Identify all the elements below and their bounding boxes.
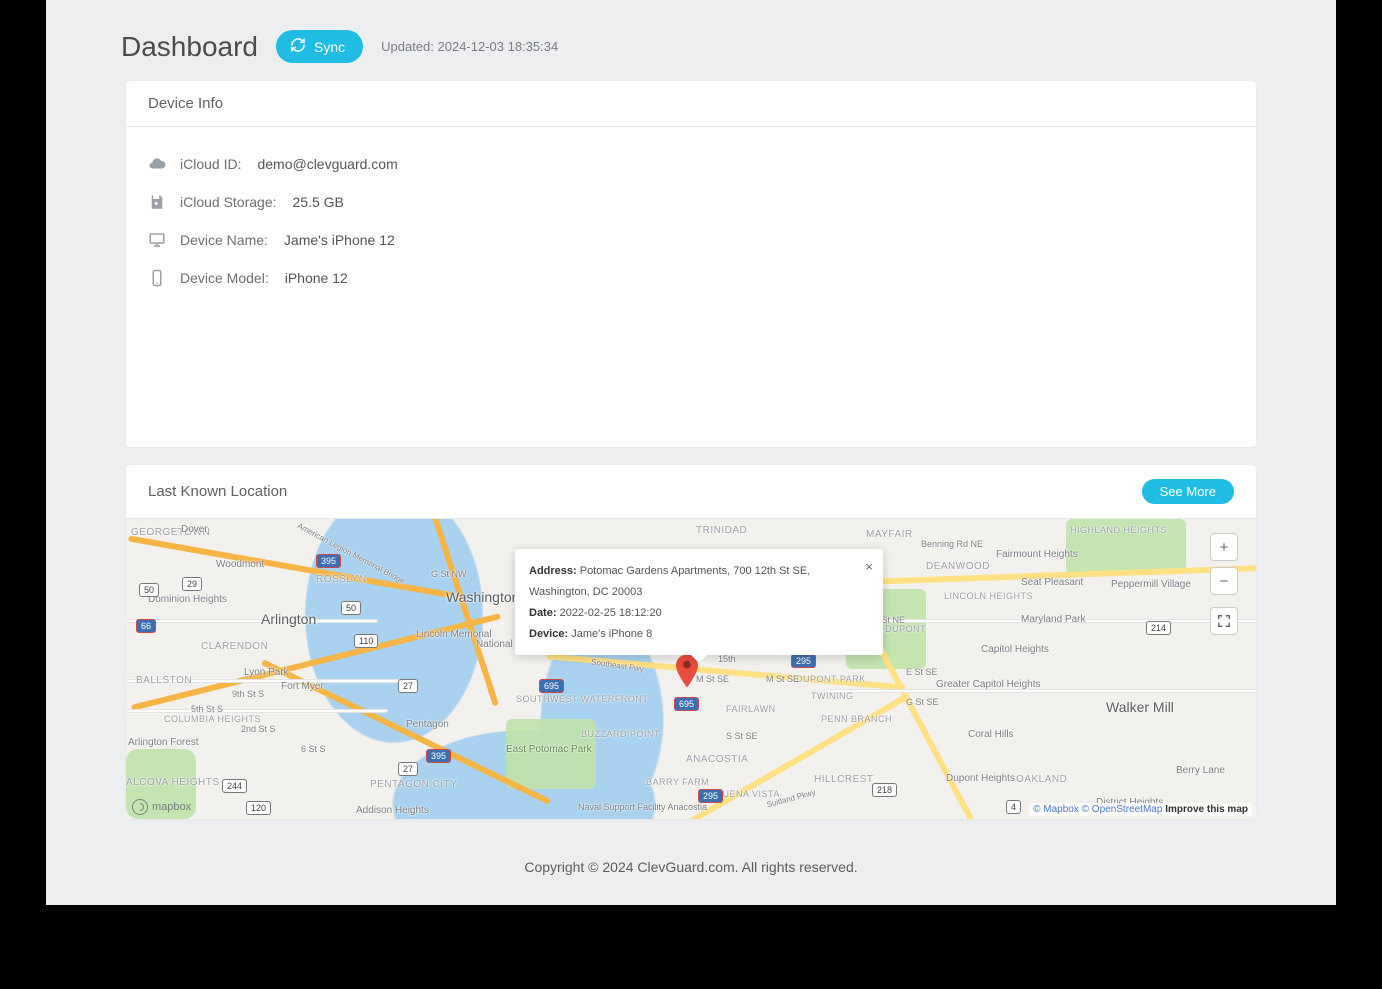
popup-close-icon[interactable]: × [865, 555, 873, 580]
zoom-in-button[interactable]: + [1210, 533, 1238, 561]
fullscreen-button[interactable] [1210, 607, 1238, 635]
device-info-title: Device Info [148, 95, 223, 112]
map-controls: + − [1210, 533, 1238, 635]
icloud-storage-value: 25.5 GB [293, 194, 344, 210]
row-icloud-storage: iCloud Storage: 25.5 GB [148, 183, 1234, 221]
page-header: Dashboard Sync Updated: 2024-12-03 18:35… [126, 30, 1256, 63]
row-device-model: Device Model: iPhone 12 [148, 259, 1234, 297]
map-lbl-walkermill: Walker Mill [1106, 699, 1174, 715]
location-popup: × Address: Potomac Gardens Apartments, 7… [515, 549, 883, 655]
attr-improve[interactable]: Improve this map [1165, 804, 1248, 815]
attr-mapbox[interactable]: © Mapbox [1033, 804, 1079, 815]
footer-text: Copyright © 2024 ClevGuard.com. All righ… [46, 837, 1336, 885]
sync-button[interactable]: Sync [276, 30, 363, 63]
page-title: Dashboard [121, 31, 258, 63]
cloud-icon [148, 155, 166, 173]
popup-device: Jame's iPhone 8 [571, 628, 652, 640]
row-icloud-id: iCloud ID: demo@clevguard.com [148, 145, 1234, 183]
see-more-button[interactable]: See More [1142, 479, 1234, 504]
icloud-id-value: demo@clevguard.com [257, 156, 397, 172]
popup-date: 2022-02-25 18:12:20 [560, 607, 662, 619]
map-attribution: © Mapbox © OpenStreetMap Improve this ma… [1029, 803, 1252, 816]
attr-osm[interactable]: © OpenStreetMap [1082, 804, 1163, 815]
location-card: Last Known Location See More [126, 465, 1256, 819]
map[interactable]: Washington Arlington Walker Mill GEORGET… [126, 519, 1256, 819]
mapbox-logo: mapbox [132, 799, 191, 815]
map-lbl-arlington: Arlington [261, 611, 316, 627]
device-info-card: Device Info iCloud ID: demo@clevguard.co… [126, 81, 1256, 447]
phone-icon [148, 269, 166, 287]
updated-text: Updated: 2024-12-03 18:35:34 [381, 39, 558, 54]
sync-label: Sync [314, 39, 345, 55]
row-device-name: Device Name: Jame's iPhone 12 [148, 221, 1234, 259]
mapbox-mark-icon [132, 799, 148, 815]
device-model-value: iPhone 12 [285, 270, 348, 286]
location-title: Last Known Location [148, 483, 287, 500]
save-icon [148, 193, 166, 211]
zoom-out-button[interactable]: − [1210, 567, 1238, 595]
map-lbl-washington: Washington [446, 589, 519, 605]
device-name-value: Jame's iPhone 12 [284, 232, 395, 248]
monitor-icon [148, 231, 166, 249]
sync-icon [290, 37, 306, 56]
